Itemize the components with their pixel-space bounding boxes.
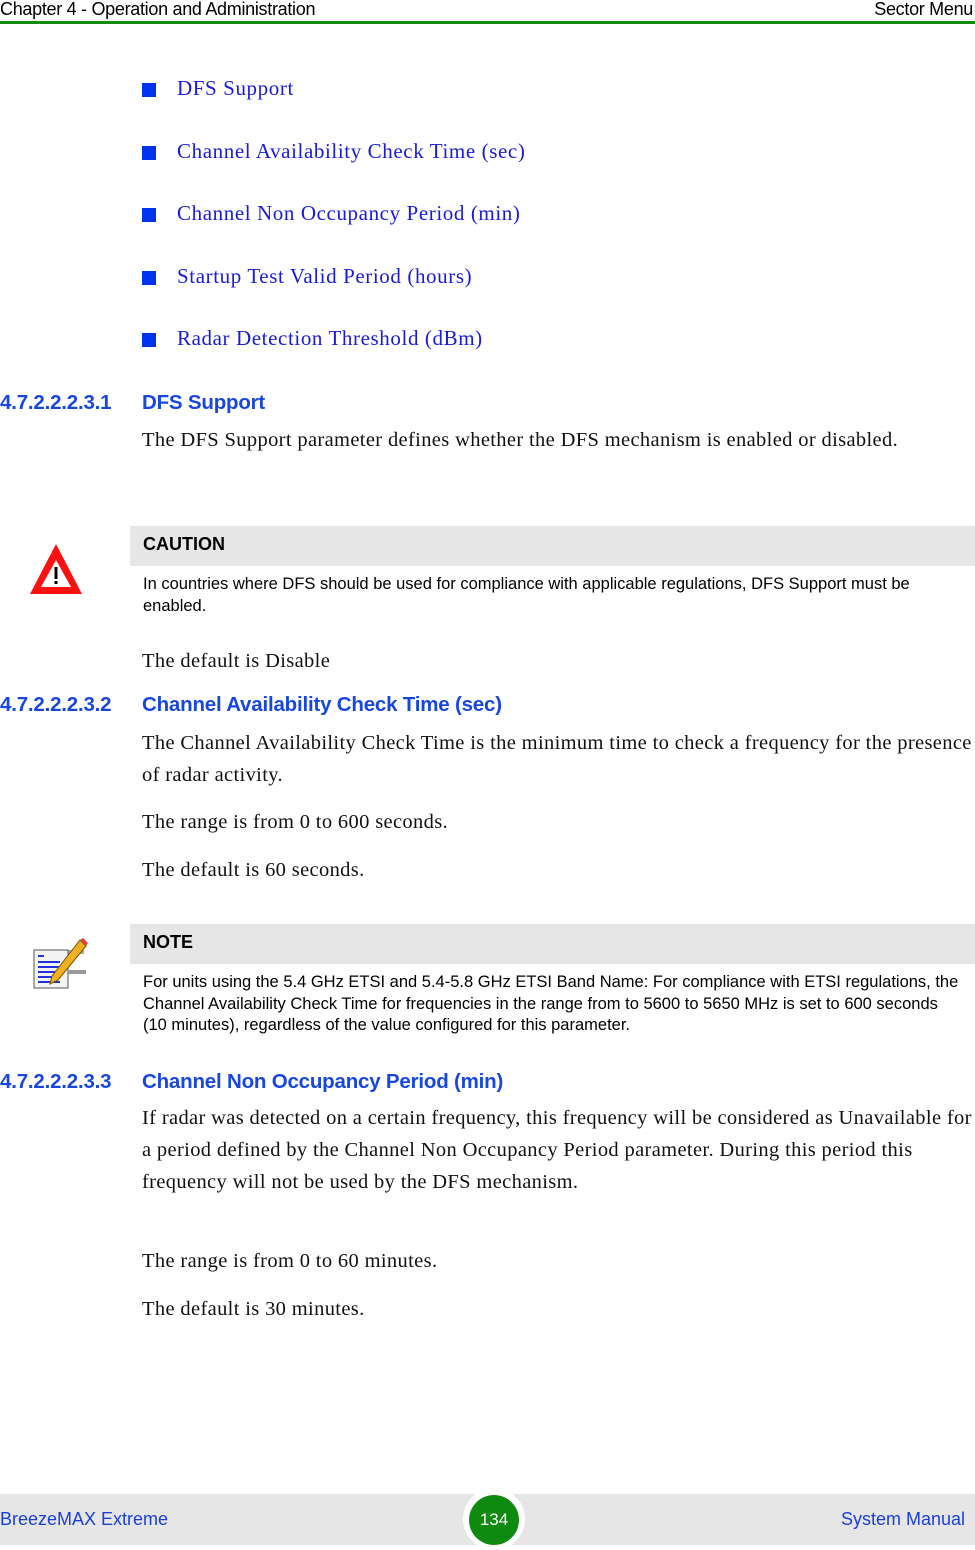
section-title: Channel Availability Check Time (sec) [142,693,502,716]
callout-header: CAUTION [130,526,975,566]
paragraph: The range is from 0 to 600 seconds. [142,811,449,833]
paragraph: The default is Disable [142,650,331,672]
chapter-title: Chapter 4 - Operation and Administration [0,0,316,19]
list-item-label[interactable]: Channel Availability Check Time (sec) [177,139,525,164]
bullet-square-icon [142,83,156,97]
paragraph: If radar was detected on a certain frequ… [142,1107,972,1193]
section-title: DFS Support [142,391,266,414]
note-callout: NOTE For units using the 5.4 GHz ETSI an… [130,924,975,1037]
callout-header: NOTE [130,924,975,964]
paragraph: The DFS Support parameter defines whethe… [142,429,899,451]
note-pencil-icon [32,936,92,996]
warning-triangle-icon [28,540,88,600]
section-heading-channel-non-occupancy-period: 4.7.2.2.2.3.3 Channel Non Occupancy Perio… [0,1070,503,1094]
list-item-label[interactable]: Startup Test Valid Period (hours) [177,264,472,289]
section-number: 4.7.2.2.2.3.2 [0,693,112,716]
section-title: Sector Menu [874,0,973,19]
paragraph: The default is 60 seconds. [142,859,365,881]
bullet-square-icon [142,145,156,160]
page-footer: BreezeMAX Extreme 134 System Manual [0,1488,975,1550]
callout-title: CAUTION [143,534,225,554]
section-heading-channel-availability-check-time: 4.7.2.2.2.3.2 Channel Availability Check … [0,693,502,717]
bullet-square-icon [142,270,156,285]
callout-text: For units using the 5.4 GHz ETSI and 5.4… [143,973,959,1034]
list-item-label[interactable]: Channel Non Occupancy Period (min) [177,201,520,226]
page-header: Chapter 4 - Operation and Administration… [0,0,975,22]
callout-title: NOTE [143,932,194,952]
document-type: System Manual [840,1509,965,1529]
paragraph: The default is 30 minutes. [142,1298,365,1320]
bullet-square-icon [142,208,156,222]
header-divider [0,21,975,24]
bullet-square-icon [142,333,156,347]
product-name: BreezeMAX Extreme [0,1509,169,1529]
paragraph: The Channel Availability Check Time is t… [142,732,972,786]
section-heading-dfs-support: 4.7.2.2.2.3.1 DFS Support [0,391,265,415]
list-item-label[interactable]: DFS Support [177,76,294,101]
section-title: Channel Non Occupancy Period (min) [142,1070,504,1093]
paragraph: The range is from 0 to 60 minutes. [142,1250,438,1272]
callout-text: In countries where DFS should be used fo… [143,575,910,615]
page-number-badge: 134 [469,1495,519,1545]
section-number: 4.7.2.2.2.3.3 [0,1070,112,1093]
section-number: 4.7.2.2.2.3.1 [0,391,112,414]
list-item-label[interactable]: Radar Detection Threshold (dBm) [177,326,483,351]
caution-callout: CAUTION In countries where DFS should be… [130,526,975,617]
